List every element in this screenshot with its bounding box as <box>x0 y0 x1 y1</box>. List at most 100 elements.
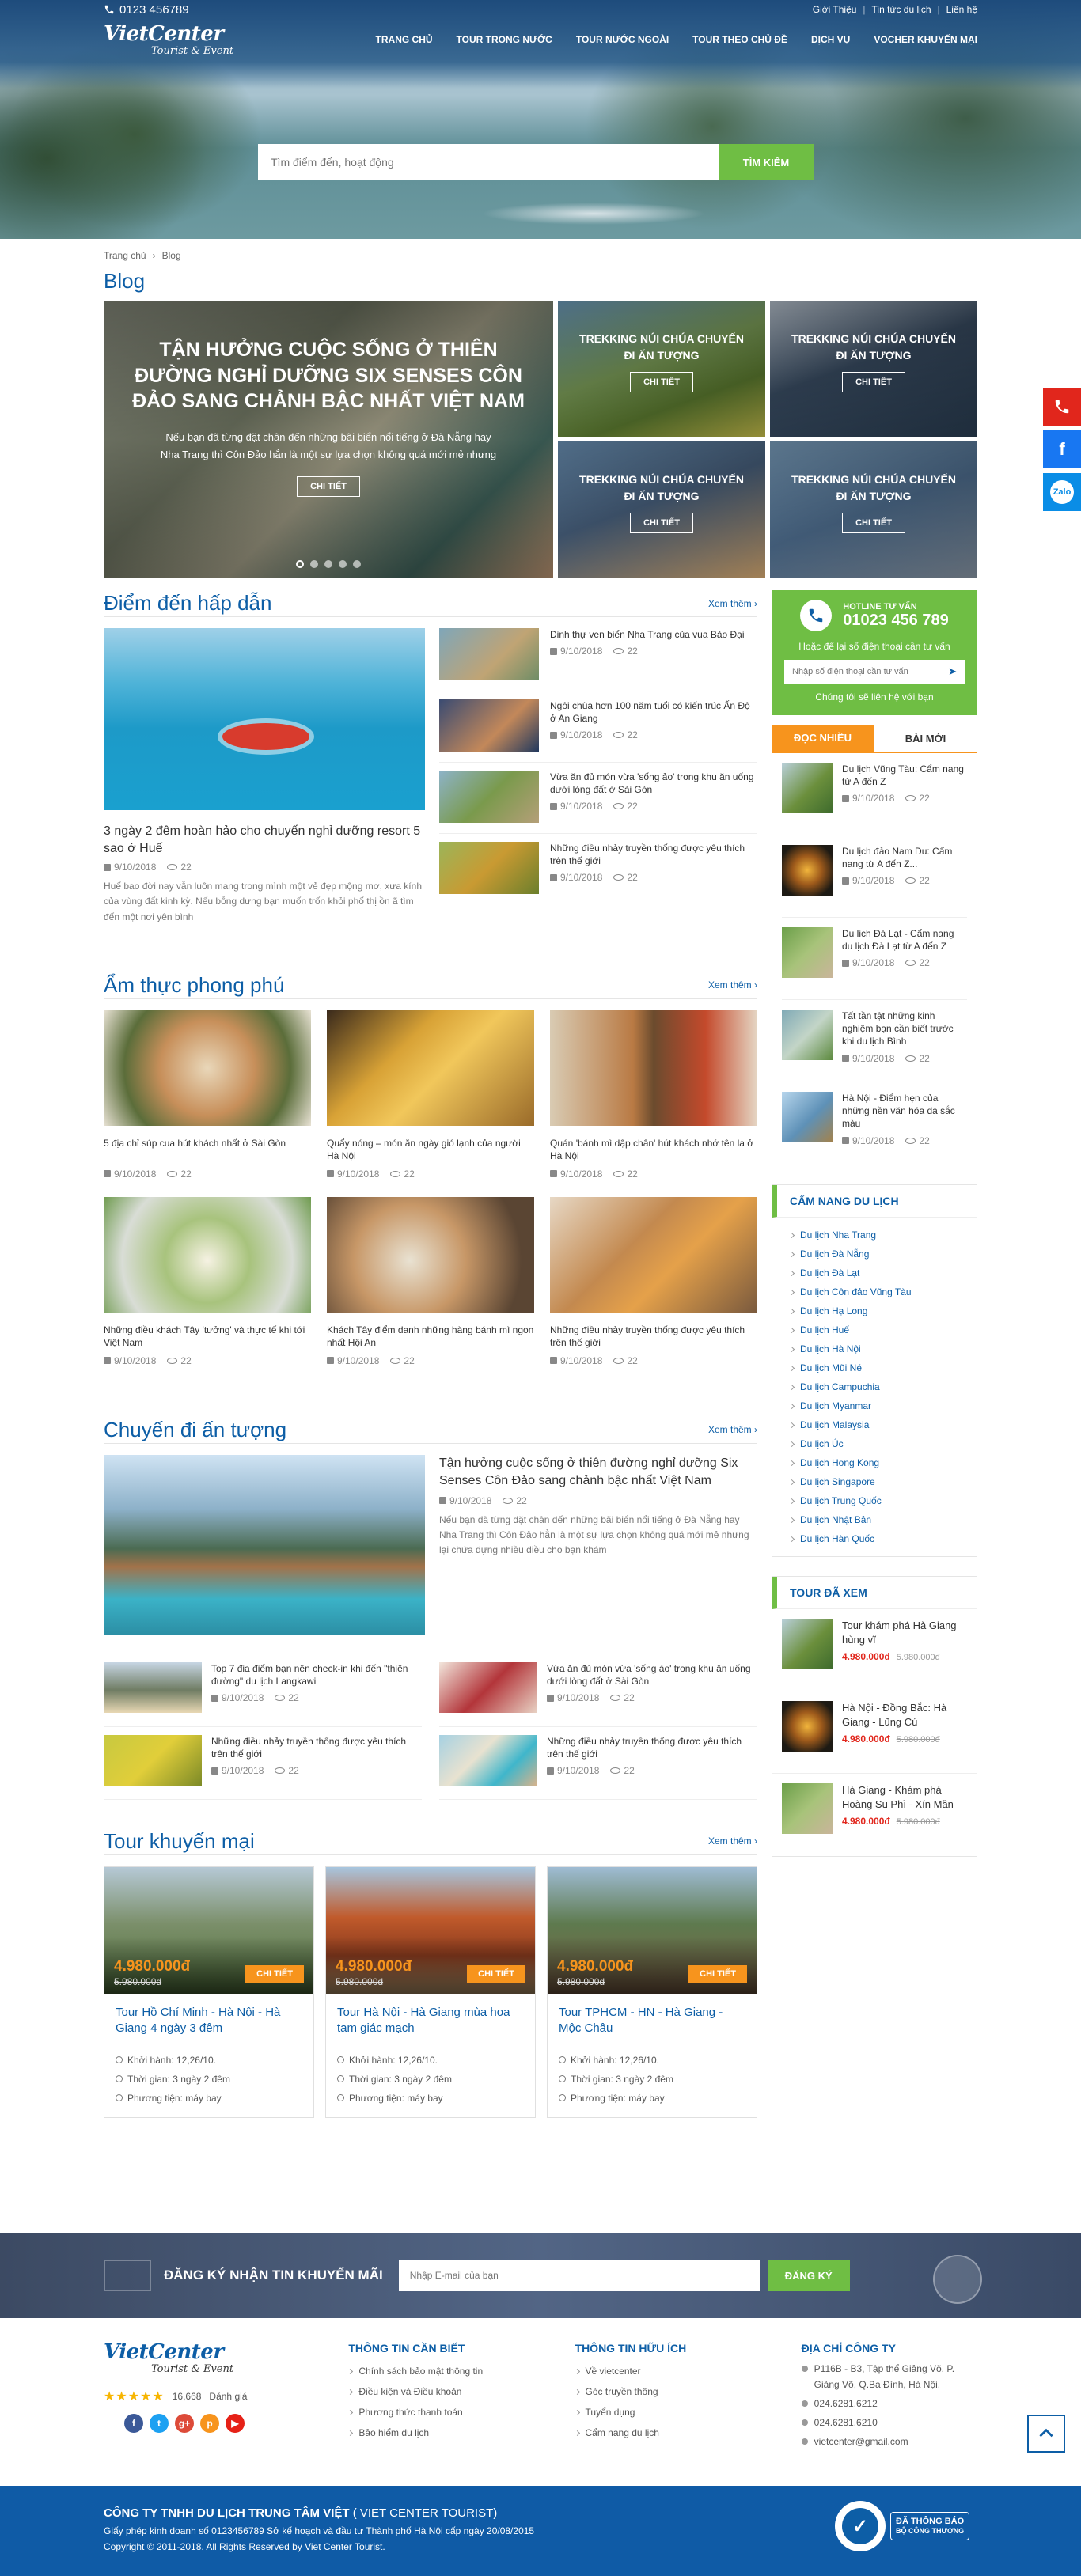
tour-thumbnail[interactable] <box>782 1783 833 1834</box>
see-more-link[interactable]: Xem thêm › <box>708 1424 757 1435</box>
list-item[interactable]: Vừa ăn đủ món vừa 'sống ảo' trong khu ăn… <box>439 763 757 834</box>
guide-link[interactable]: Du lịch Côn đảo Vũng Tàu <box>790 1282 959 1301</box>
guide-link[interactable]: Du lịch Campuchia <box>790 1377 959 1396</box>
nav-domestic-tours[interactable]: TOUR TRONG NƯỚC <box>457 34 552 45</box>
see-more-link[interactable]: Xem thêm › <box>708 979 757 991</box>
guide-link[interactable]: Du lịch Singapore <box>790 1472 959 1491</box>
guide-link[interactable]: Du lịch Hong Kong <box>790 1453 959 1472</box>
tour-title[interactable]: Hà Nội - Đồng Bắc: Hà Giang - Lũng Cú <box>842 1701 967 1729</box>
footer-link[interactable]: Về vietcenter <box>575 2361 802 2381</box>
post-thumbnail[interactable] <box>439 1661 537 1713</box>
guide-link[interactable]: Du lịch Hà Nội <box>790 1339 959 1358</box>
guide-link[interactable]: Du lịch Nhật Bản <box>790 1510 959 1529</box>
list-item[interactable]: Vừa ăn đủ món vừa 'sống ảo' trong khu ăn… <box>439 1654 757 1727</box>
rss-icon[interactable]: p <box>200 2414 219 2433</box>
post-thumbnail[interactable] <box>782 845 833 896</box>
tour-detail-button[interactable]: CHI TIẾT <box>688 1964 747 1983</box>
registered-badge[interactable]: ✓ ĐÃ THÔNG BÁO BỘ CÔNG THƯƠNG <box>835 2500 977 2552</box>
logo[interactable]: VietCenter Tourist & Event <box>104 24 233 56</box>
tour-detail-button[interactable]: CHI TIẾT <box>467 1964 525 1983</box>
post-thumbnail[interactable] <box>782 1010 833 1060</box>
tour-title[interactable]: Tour khám phá Hà Giang hùng vĩ <box>842 1619 967 1646</box>
callback-phone-input[interactable] <box>792 667 949 676</box>
post-image[interactable] <box>550 1196 757 1313</box>
footer-link[interactable]: Chính sách bảo mật thông tin <box>348 2361 575 2381</box>
trip-main-post[interactable]: Tận hưởng cuộc sống ở thiên đường nghỉ d… <box>104 1454 757 1635</box>
post-title[interactable]: Du lịch Đà Lạt - Cẩm nang du lịch Đà Lạt… <box>842 927 967 953</box>
guide-link[interactable]: Du lịch Huế <box>790 1320 959 1339</box>
list-item[interactable]: Ngôi chùa hơn 100 năm tuổi có kiến trúc … <box>439 691 757 763</box>
tour-card[interactable]: 4.980.000đ 5.980.000đ CHI TIẾT Tour Hồ Chí… <box>104 1866 314 2118</box>
featured-slide[interactable]: TẬN HƯỞNG CUỘC SỐNG Ở THIÊN ĐƯỜNG NGHỈ D… <box>104 301 553 578</box>
guide-link[interactable]: Du lịch Myanmar <box>790 1396 959 1415</box>
nav-themed-tours[interactable]: TOUR THEO CHỦ ĐỀ <box>692 34 787 45</box>
post-title[interactable]: Vừa ăn đủ món vừa 'sống ảo' trong khu ăn… <box>547 1662 757 1688</box>
twitter-icon[interactable]: t <box>150 2414 169 2433</box>
tour-card[interactable]: 4.980.000đ 5.980.000đ CHI TIẾT Tour TPHCM … <box>547 1866 757 2118</box>
footer-link[interactable]: Tuyển dụng <box>575 2402 802 2423</box>
facebook-icon[interactable]: f <box>124 2414 143 2433</box>
post-title[interactable]: 5 địa chỉ súp cua hút khách nhất ở Sài G… <box>104 1137 311 1164</box>
call-float-button[interactable] <box>1043 388 1081 426</box>
post-title[interactable]: Những điều nhảy truyền thống được yêu th… <box>550 842 757 867</box>
post-thumbnail[interactable] <box>104 1661 202 1713</box>
post-thumbnail[interactable] <box>439 771 539 823</box>
send-icon[interactable]: ➤ <box>948 665 957 678</box>
featured-tile[interactable]: TREKKING NÚI CHÚA CHUYẾN ĐI ẤN TƯỢNG CHI … <box>770 441 977 578</box>
facebook-float-button[interactable]: f <box>1043 430 1081 468</box>
tour-image[interactable]: 4.980.000đ 5.980.000đ CHI TIẾT <box>104 1866 313 1994</box>
list-item[interactable]: Du lịch Đà Lạt - Cẩm nang du lịch Đà Lạt… <box>782 918 967 1000</box>
slider-dot[interactable] <box>353 560 361 568</box>
tab-new[interactable]: BÀI MỚI <box>874 725 977 752</box>
search-button[interactable]: TÌM KIẾM <box>719 144 814 180</box>
list-item[interactable]: Những điều nhảy truyền thống được yêu th… <box>439 834 757 905</box>
list-item[interactable]: Những điều nhảy truyền thống được yêu th… <box>439 1727 757 1800</box>
list-item[interactable]: Top 7 địa điểm bạn nên check-in khi đến … <box>104 1654 422 1727</box>
nav-services[interactable]: DỊCH VỤ <box>811 34 850 45</box>
post-title[interactable]: Ngôi chùa hơn 100 năm tuổi có kiến trúc … <box>550 699 757 725</box>
post-image[interactable] <box>104 1196 311 1313</box>
viewed-tour[interactable]: Hà Giang - Khám phá Hoàng Su Phì - Xín M… <box>772 1774 977 1856</box>
link-about[interactable]: Giới Thiệu <box>813 4 857 15</box>
tile-detail-button[interactable]: CHI TIẾT <box>630 513 693 533</box>
tile-detail-button[interactable]: CHI TIẾT <box>842 513 905 533</box>
destination-main-post[interactable]: 3 ngày 2 đêm hoàn hảo cho chuyến nghỉ dư… <box>104 628 425 925</box>
email-text[interactable]: vietcenter@gmail.com <box>814 2434 908 2449</box>
tour-title[interactable]: Tour Hà Nội - Hà Giang mùa hoa tam giác … <box>326 1994 535 2046</box>
guide-link[interactable]: Du lịch Mũi Né <box>790 1358 959 1377</box>
post-thumbnail[interactable] <box>782 763 833 813</box>
list-item[interactable]: Hà Nội - Điểm hẹn của những nền văn hóa … <box>782 1082 967 1165</box>
post-title[interactable]: Top 7 địa điểm bạn nên check-in khi đến … <box>211 1662 422 1688</box>
phone-text[interactable]: 024.6281.6212 <box>814 2396 878 2411</box>
guide-link[interactable]: Du lịch Úc <box>790 1434 959 1453</box>
post-image[interactable] <box>327 1010 534 1126</box>
nav-home[interactable]: TRANG CHỦ <box>376 34 433 45</box>
tour-detail-button[interactable]: CHI TIẾT <box>245 1964 304 1983</box>
post-title[interactable]: Du lịch đảo Nam Du: Cẩm nang từ A đến Z.… <box>842 845 967 870</box>
list-item[interactable]: Những điều nhảy truyền thống được yêu th… <box>104 1727 422 1800</box>
post-thumbnail[interactable] <box>104 1734 202 1786</box>
tour-title[interactable]: Tour TPHCM - HN - Hà Giang - Mộc Châu <box>548 1994 757 2046</box>
post-thumbnail[interactable] <box>439 628 539 680</box>
nav-foreign-tours[interactable]: TOUR NƯỚC NGOÀI <box>576 34 669 45</box>
featured-tile[interactable]: TREKKING NÚI CHÚA CHUYẾN ĐI ẤN TƯỢNG CHI … <box>558 301 765 437</box>
post-thumbnail[interactable] <box>782 927 833 978</box>
post-thumbnail[interactable] <box>782 1092 833 1142</box>
footer-link[interactable]: Phương thức thanh toán <box>348 2402 575 2423</box>
post-title[interactable]: Tận hưởng cuộc sống ở thiên đường nghỉ d… <box>439 1455 757 1491</box>
list-item[interactable]: Du lịch Vũng Tàu: Cẩm nang từ A đến Z 9/1… <box>782 753 967 835</box>
featured-detail-button[interactable]: CHI TIẾT <box>297 475 360 497</box>
post-image[interactable] <box>327 1196 534 1313</box>
viewed-tour[interactable]: Tour khám phá Hà Giang hùng vĩ 4.980.000đ… <box>772 1609 977 1691</box>
post-title[interactable]: Những điều nhảy truyền thống được yêu th… <box>547 1735 757 1760</box>
see-more-link[interactable]: Xem thêm › <box>708 598 757 609</box>
see-more-link[interactable]: Xem thêm › <box>708 1835 757 1847</box>
guide-link[interactable]: Du lịch Nha Trang <box>790 1225 959 1244</box>
slider-dot[interactable] <box>339 560 347 568</box>
post-title[interactable]: Vừa ăn đủ món vừa 'sống ảo' trong khu ăn… <box>550 771 757 796</box>
post-title[interactable]: Những điều nhảy truyền thống được yêu th… <box>550 1324 757 1351</box>
post-title[interactable]: Những điều nhảy truyền thống được yêu th… <box>211 1735 422 1760</box>
post-title[interactable]: Hà Nội - Điểm hẹn của những nền văn hóa … <box>842 1092 967 1131</box>
list-item[interactable]: Dinh thự ven biển Nha Trang của vua Bảo … <box>439 628 757 691</box>
viewed-tour[interactable]: Hà Nội - Đồng Bắc: Hà Giang - Lũng Cú 4.9… <box>772 1691 977 1774</box>
